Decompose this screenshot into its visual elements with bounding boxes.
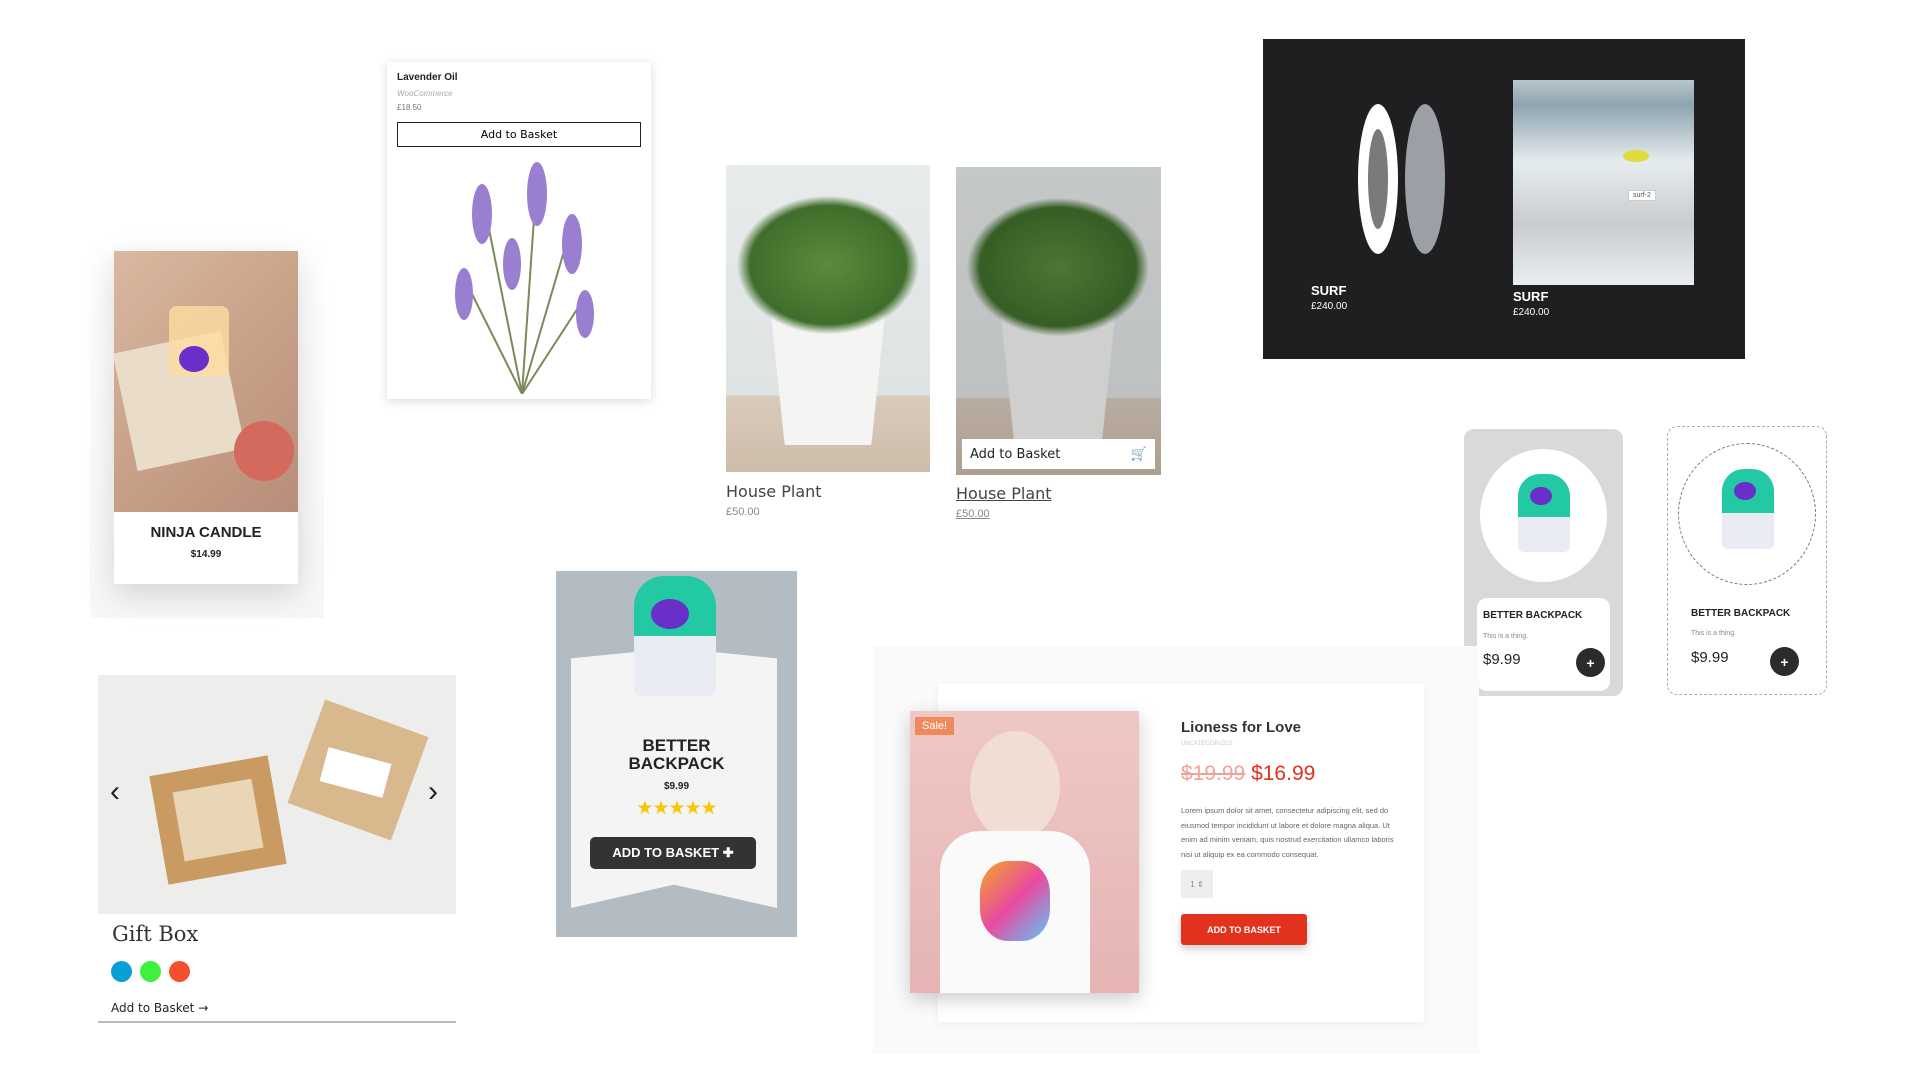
product-category[interactable]: UNCATEGORIZED (1181, 741, 1233, 747)
better-backpack-card[interactable]: BETTER BACKPACK This is a thing. $9.99 + (1464, 429, 1623, 696)
product-title-line1: BETTER (642, 736, 711, 755)
product-title[interactable]: Lioness for Love (1181, 719, 1301, 736)
product-brand: WooCommerce (397, 89, 453, 98)
image-tooltip: surf-2 (1628, 190, 1656, 201)
product-title-line2: BACKPACK (628, 754, 725, 773)
product-title[interactable]: BETTER BACKPACK (1691, 608, 1790, 619)
house-plant-image[interactable] (956, 167, 1161, 475)
product-description: This is a thing. (1691, 630, 1737, 637)
button-label: ADD TO BASKET (612, 845, 720, 860)
product-price: £240.00 (1311, 301, 1348, 312)
surfboards-image[interactable] (1353, 99, 1453, 259)
product-description: This is a thing. (1483, 633, 1529, 640)
product-title[interactable]: BETTER BACKPACK (1483, 610, 1582, 621)
product-title[interactable]: SURF (1311, 283, 1346, 298)
quantity-value: 1 (1190, 879, 1195, 889)
product-price: £50.00 (726, 506, 760, 518)
product-title[interactable]: Gift Box (112, 922, 198, 946)
color-swatches (111, 961, 190, 982)
better-backpack-card[interactable]: BETTER BACKPACK This is a thing. $9.99 + (1667, 426, 1827, 695)
link-label: Add to Basket (111, 1001, 195, 1015)
plus-icon: ✚ (722, 845, 734, 860)
divider (98, 1021, 456, 1023)
add-to-basket-button[interactable]: ADD TO BASKET (1181, 914, 1307, 945)
surfer-image[interactable]: surf-2 (1513, 80, 1694, 285)
lavender-oil-card[interactable]: Lavender Oil WooCommerce £18.50 Add to B… (387, 62, 651, 399)
product-title[interactable]: House Plant (726, 482, 822, 501)
carousel-prev-button[interactable]: ‹ (110, 775, 120, 809)
swatch-red[interactable] (169, 961, 190, 982)
product-price: $9.99 (1691, 649, 1729, 666)
quantity-stepper[interactable]: 1 ⇕ (1181, 870, 1213, 898)
surf-products-grid: SURF £240.00 surf-2 SURF £240.00 (1263, 39, 1745, 359)
backpack-image[interactable] (1480, 449, 1607, 582)
add-to-basket-link[interactable]: Add to Basket → (111, 1001, 208, 1015)
gift-box-carousel[interactable]: ‹ › (98, 675, 456, 914)
add-to-basket-button[interactable]: + (1770, 647, 1799, 676)
add-to-basket-button[interactable]: + (1576, 648, 1605, 677)
product-title-link[interactable]: House Plant (956, 484, 1052, 503)
sale-badge: Sale! (915, 717, 955, 735)
swatch-green[interactable] (140, 961, 161, 982)
house-plant-image[interactable] (726, 165, 930, 472)
swatch-blue[interactable] (111, 961, 132, 982)
product-price: £50.00 (956, 508, 990, 520)
add-to-basket-button[interactable]: Add to Basket 🛒 (962, 439, 1155, 469)
old-price: $19.99 (1181, 762, 1246, 785)
lioness-product-image[interactable]: Sale! (910, 711, 1139, 993)
add-to-basket-button[interactable]: Add to Basket (397, 122, 641, 147)
product-price: $19.99 $16.99 (1181, 762, 1315, 786)
product-description: Lorem ipsum dolor sit amet, consectetur … (1181, 806, 1394, 859)
product-price: £18.50 (397, 103, 422, 112)
product-price: $9.99 (663, 781, 690, 792)
sale-price: $16.99 (1251, 762, 1316, 785)
backpack-image[interactable] (1678, 443, 1816, 585)
lavender-product-image[interactable] (442, 154, 602, 394)
product-price: £240.00 (1513, 307, 1550, 318)
better-backpack-banner-card[interactable]: BETTER BACKPACK $9.99 ★★★★★ ADD TO BASKE… (556, 571, 797, 937)
product-title[interactable]: SURF (1513, 289, 1548, 304)
arrow-right-icon: → (198, 1001, 209, 1015)
cart-icon: 🛒 (1130, 446, 1147, 462)
ninja-candle-card[interactable]: NINJA CANDLE $14.99 (114, 251, 298, 584)
star-rating: ★★★★★ (636, 798, 717, 819)
button-label: Add to Basket (970, 446, 1061, 462)
product-title[interactable]: NINJA CANDLE (114, 524, 298, 541)
candle-product-image[interactable] (114, 251, 298, 512)
product-price: $9.99 (1483, 651, 1521, 668)
product-title[interactable]: Lavender Oil (397, 72, 458, 83)
backpack-image[interactable] (634, 576, 716, 696)
add-to-basket-button[interactable]: ADD TO BASKET ✚ (590, 837, 756, 869)
carousel-next-button[interactable]: › (428, 775, 438, 809)
product-price: $14.99 (190, 549, 222, 560)
